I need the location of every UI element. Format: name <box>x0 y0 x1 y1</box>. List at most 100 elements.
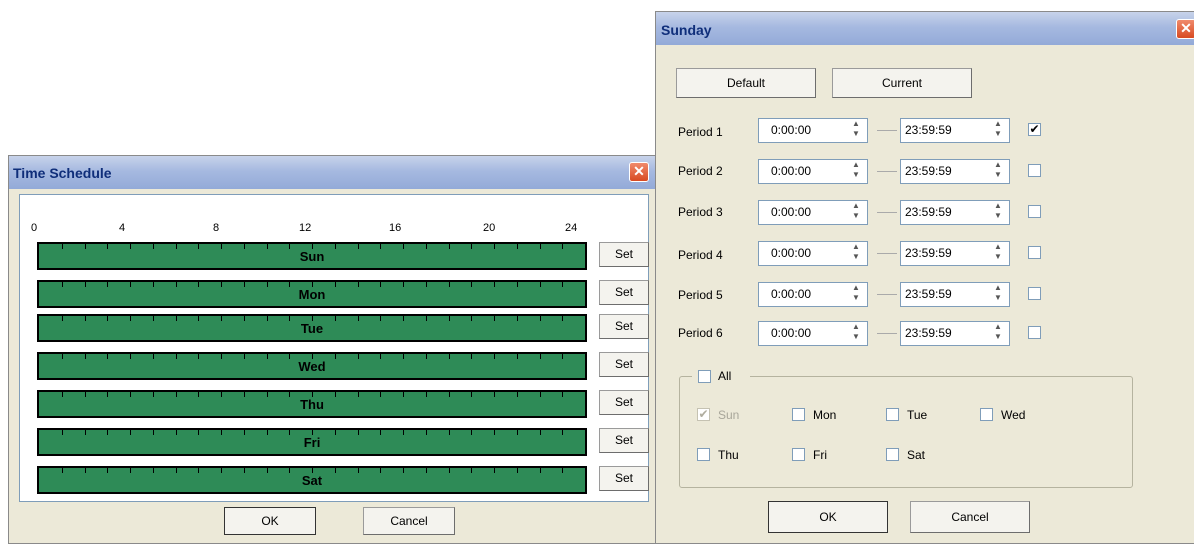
hour-tick <box>84 468 86 473</box>
period-enable-checkbox[interactable] <box>1028 287 1041 300</box>
close-icon[interactable]: ✕ <box>1176 19 1194 39</box>
hour-tick <box>175 244 177 249</box>
spin-icon[interactable]: ▲ ▼ <box>988 160 1008 183</box>
day-label-thu: Thu <box>718 448 739 462</box>
spin-icon[interactable]: ▲ ▼ <box>846 242 866 265</box>
hour-tick <box>357 354 359 359</box>
ok-button[interactable]: OK <box>768 501 888 533</box>
period-enable-checkbox[interactable] <box>1028 205 1041 218</box>
spin-icon[interactable]: ▲ ▼ <box>846 283 866 306</box>
day-checkbox-wed[interactable] <box>980 408 993 421</box>
hour-tick <box>312 468 313 473</box>
hour-tick <box>425 316 427 321</box>
hour-tick <box>221 316 222 321</box>
day-bar-thu[interactable]: Thu <box>37 390 587 418</box>
day-bar-sun[interactable]: Sun <box>37 242 587 270</box>
day-checkbox-thu[interactable] <box>697 448 710 461</box>
sunday-window: Sunday ✕ Default Current Period 1 0:00:0… <box>655 11 1194 544</box>
spin-icon[interactable]: ▲ ▼ <box>846 160 866 183</box>
hour-tick <box>107 354 109 359</box>
spin-icon[interactable]: ▲ ▼ <box>988 201 1008 224</box>
sunday-titlebar[interactable]: Sunday ✕ <box>656 12 1194 45</box>
day-checkbox-sun[interactable]: ✔ <box>697 408 710 421</box>
ruler-label: 8 <box>213 222 220 234</box>
day-checkbox-mon[interactable] <box>792 408 805 421</box>
hour-tick <box>403 430 404 435</box>
time-schedule-titlebar[interactable]: Time Schedule ✕ <box>9 156 657 189</box>
day-bar-tue[interactable]: Tue <box>37 314 587 342</box>
hour-tick <box>84 244 86 249</box>
period-enable-checkbox[interactable] <box>1028 326 1041 339</box>
range-separator <box>877 294 897 295</box>
hour-tick <box>312 430 313 435</box>
spin-icon[interactable]: ▲ ▼ <box>988 283 1008 306</box>
day-checkbox-sat[interactable] <box>886 448 899 461</box>
hour-tick <box>289 282 291 287</box>
hour-tick <box>289 392 291 397</box>
hour-tick <box>471 282 473 287</box>
ok-button[interactable]: OK <box>224 507 316 535</box>
hour-tick <box>562 244 564 249</box>
hour-tick <box>380 392 382 397</box>
ruler-label: 16 <box>389 222 402 234</box>
cancel-button[interactable]: Cancel <box>363 507 455 535</box>
cancel-button[interactable]: Cancel <box>910 501 1030 533</box>
hour-tick <box>107 468 109 473</box>
day-checkbox-tue[interactable] <box>886 408 899 421</box>
hour-tick <box>107 282 109 287</box>
set-button-fri[interactable]: Set <box>599 428 649 453</box>
spin-icon[interactable]: ▲ ▼ <box>988 119 1008 142</box>
hour-tick <box>494 244 495 249</box>
period-enable-checkbox[interactable] <box>1028 164 1041 177</box>
all-checkbox[interactable] <box>698 370 711 383</box>
current-button[interactable]: Current <box>832 68 972 98</box>
period-label: Period 5 <box>678 288 723 302</box>
day-bar-sat[interactable]: Sat <box>37 466 587 494</box>
day-label: Sun <box>299 249 325 264</box>
spin-icon[interactable]: ▲ ▼ <box>988 242 1008 265</box>
hour-tick <box>380 316 382 321</box>
set-button-thu[interactable]: Set <box>599 390 649 415</box>
hour-tick <box>539 468 541 473</box>
hour-tick <box>175 468 177 473</box>
hour-tick <box>221 354 222 359</box>
set-button-tue[interactable]: Set <box>599 314 649 339</box>
hour-tick <box>494 468 495 473</box>
set-button-mon[interactable]: Set <box>599 280 649 305</box>
hour-tick <box>175 316 177 321</box>
hour-tick <box>539 316 541 321</box>
day-label-fri: Fri <box>813 448 827 462</box>
day-bar-wed[interactable]: Wed <box>37 352 587 380</box>
range-separator <box>877 253 897 254</box>
set-button-sun[interactable]: Set <box>599 242 649 267</box>
spin-icon[interactable]: ▲ ▼ <box>988 322 1008 345</box>
hour-tick <box>494 430 495 435</box>
period-label: Period 4 <box>678 248 723 262</box>
spin-icon[interactable]: ▲ ▼ <box>846 201 866 224</box>
default-button[interactable]: Default <box>676 68 816 98</box>
period-enable-checkbox[interactable]: ✔ <box>1028 123 1041 136</box>
hour-tick <box>425 430 427 435</box>
day-label: Sat <box>301 473 323 488</box>
hour-tick <box>562 354 564 359</box>
hour-tick <box>152 392 154 397</box>
range-separator <box>877 130 897 131</box>
day-bar-fri[interactable]: Fri <box>37 428 587 456</box>
day-checkbox-fri[interactable] <box>792 448 805 461</box>
set-button-wed[interactable]: Set <box>599 352 649 377</box>
hour-tick <box>243 316 245 321</box>
hour-tick <box>562 430 564 435</box>
spin-icon[interactable]: ▲ ▼ <box>846 322 866 345</box>
hour-tick <box>425 282 427 287</box>
hour-tick <box>448 468 450 473</box>
day-bar-mon[interactable]: Mon <box>37 280 587 308</box>
period-enable-checkbox[interactable] <box>1028 246 1041 259</box>
close-icon[interactable]: ✕ <box>629 162 649 182</box>
set-button-sat[interactable]: Set <box>599 466 649 491</box>
hour-tick <box>312 282 313 287</box>
hour-tick <box>448 354 450 359</box>
period-label: Period 2 <box>678 164 723 178</box>
hour-tick <box>152 282 154 287</box>
spin-icon[interactable]: ▲ ▼ <box>846 119 866 142</box>
hour-tick <box>448 392 450 397</box>
